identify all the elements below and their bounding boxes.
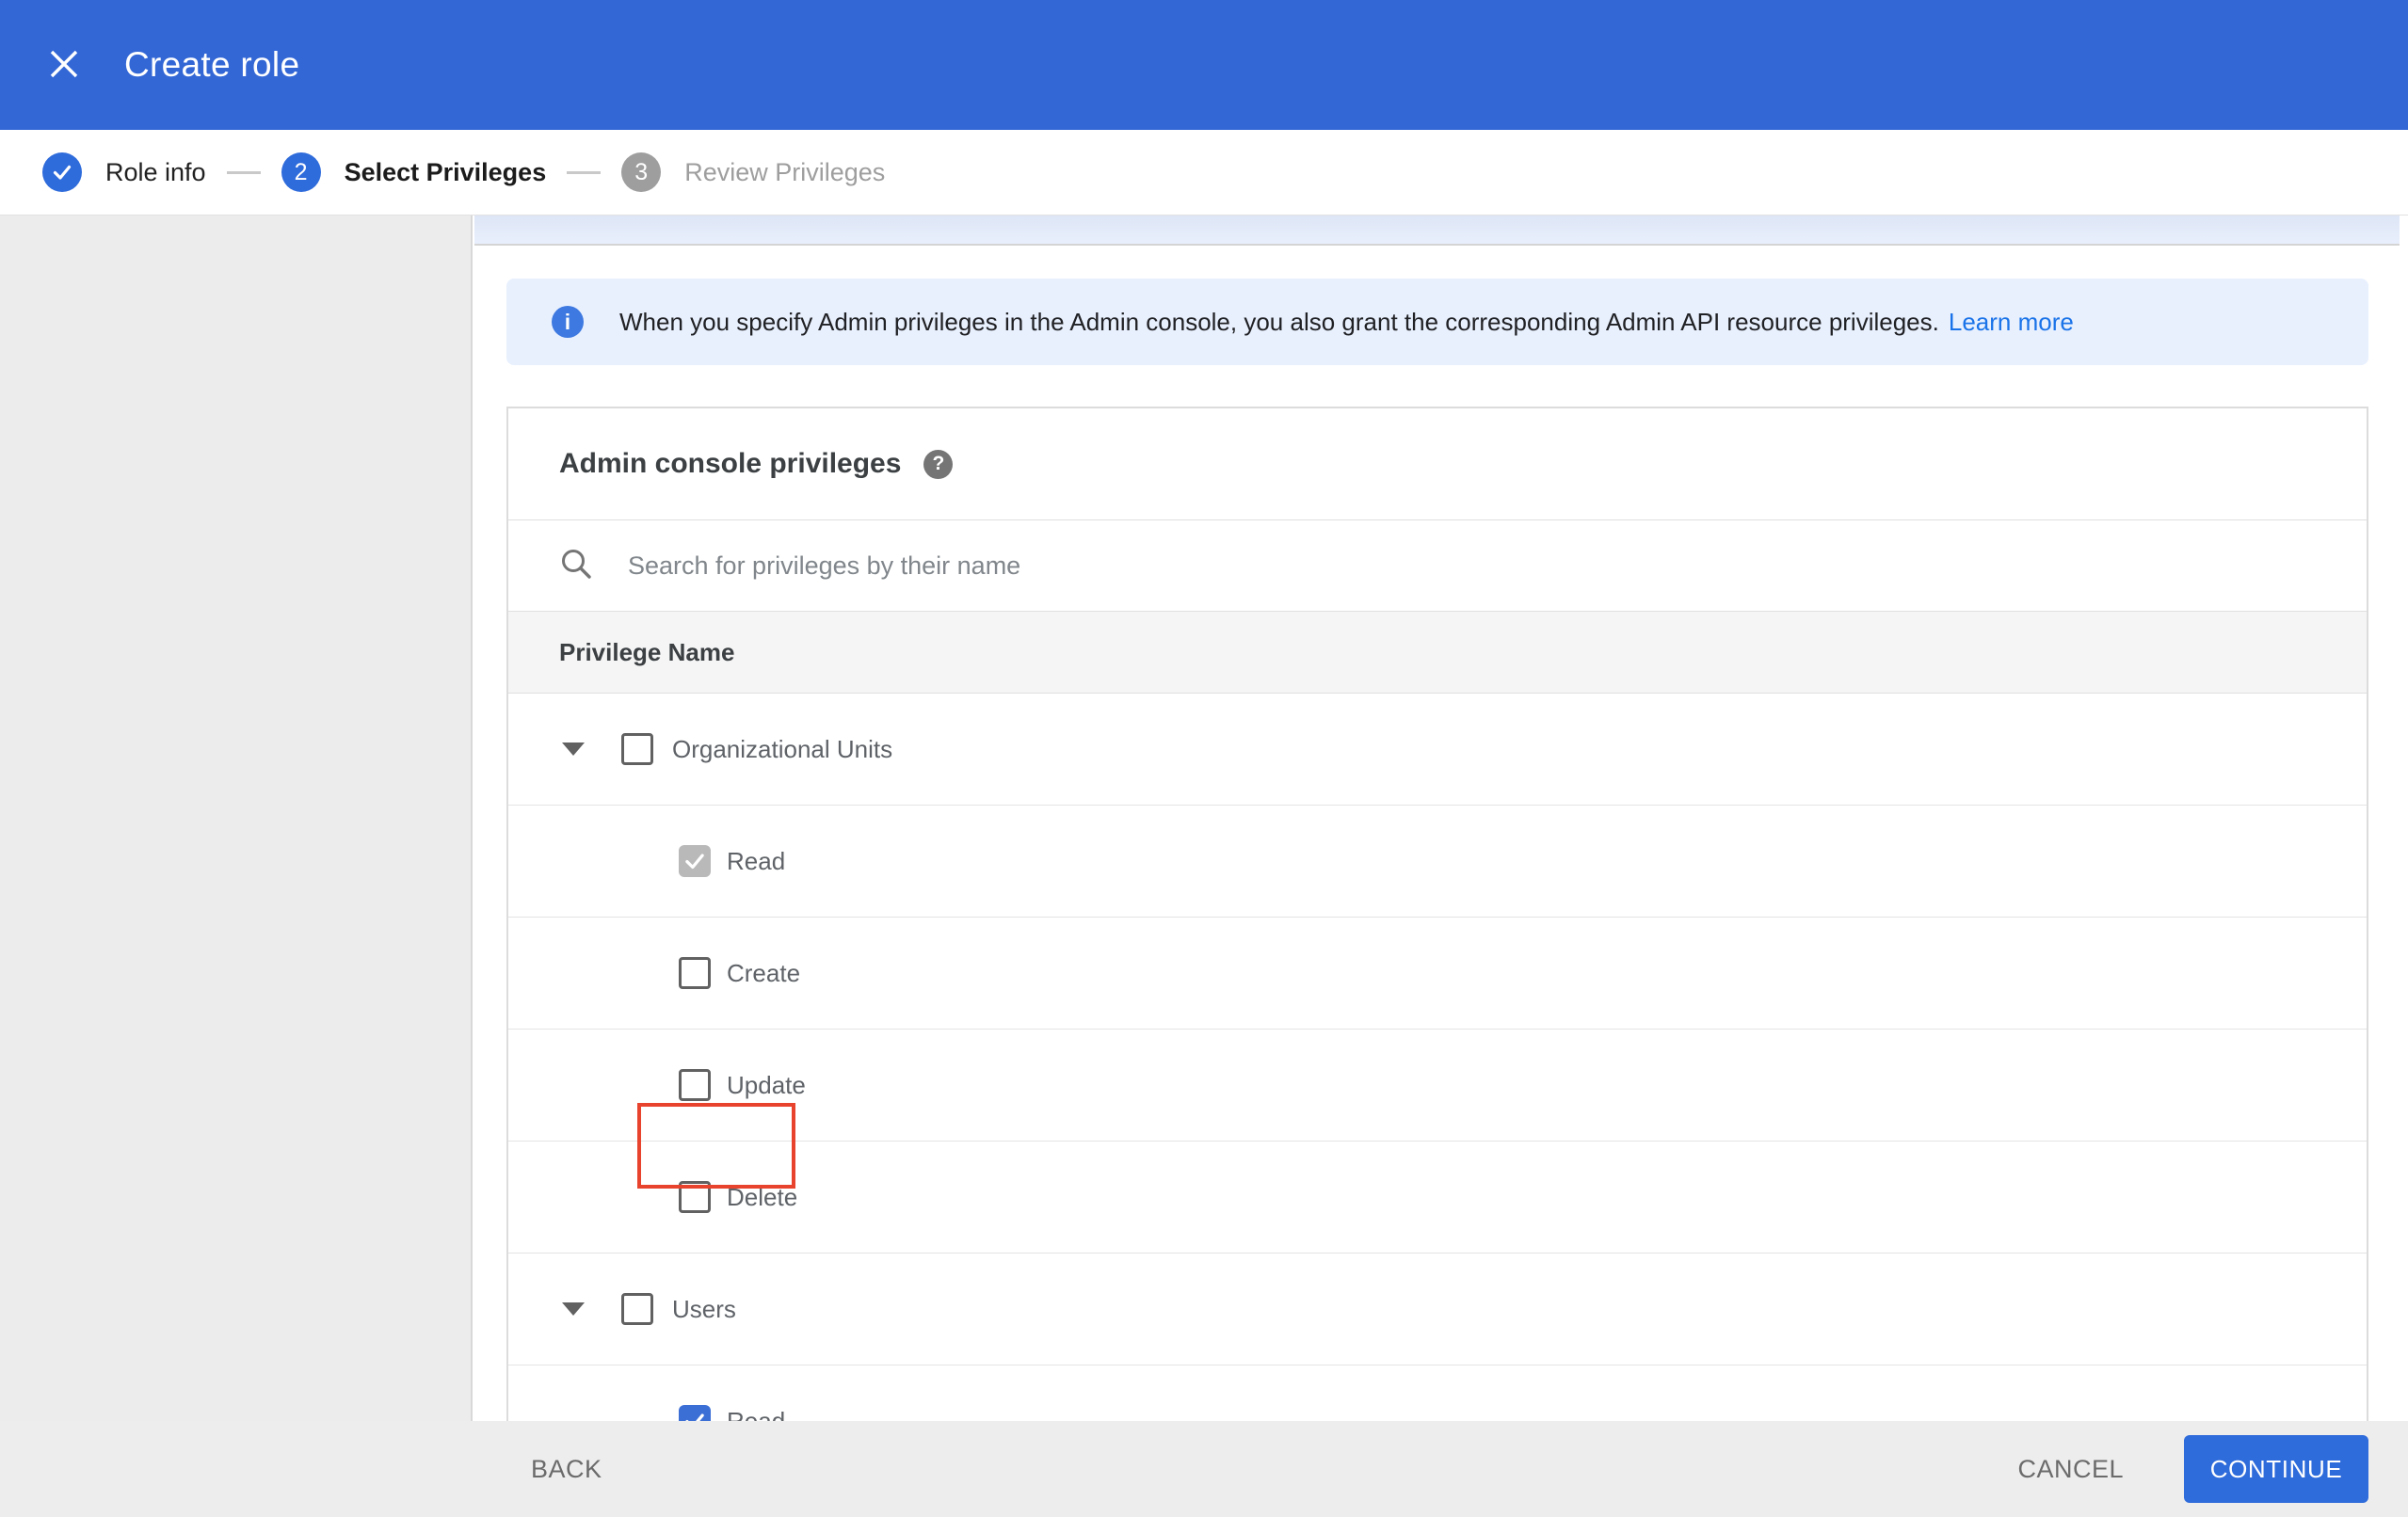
step-separator xyxy=(226,170,261,174)
privilege-label: Delete xyxy=(727,1182,798,1211)
privilege-label: Read xyxy=(727,846,786,875)
close-icon xyxy=(47,47,81,84)
table-row-delete: Delete xyxy=(508,1142,2367,1254)
step-label: Select Privileges xyxy=(344,157,547,186)
checkbox-update[interactable] xyxy=(679,1069,711,1101)
checkbox-delete[interactable] xyxy=(679,1181,711,1213)
privilege-label: Organizational Units xyxy=(672,734,893,763)
dialog-title: Create role xyxy=(124,45,300,84)
left-sidebar xyxy=(0,216,473,1421)
card-title: Admin console privileges xyxy=(559,448,902,479)
continue-button[interactable]: CONTINUE xyxy=(2184,1435,2368,1503)
table-row-users: Users xyxy=(508,1254,2367,1365)
stepper: Role info 2 Select Privileges 3 Review P… xyxy=(0,130,2408,216)
step-complete-check-icon xyxy=(42,152,82,192)
table-row-users-read: Read xyxy=(508,1365,2367,1421)
table-row-read: Read xyxy=(508,806,2367,918)
step-role-info[interactable]: Role info xyxy=(42,152,206,192)
admin-privileges-card: Admin console privileges ? Privilege Nam… xyxy=(506,407,2368,1421)
privilege-label: Create xyxy=(727,958,801,987)
app-bar: Create role xyxy=(0,0,2408,130)
checkbox-users-read-checked[interactable] xyxy=(679,1405,711,1421)
privilege-rows: Organizational Units Read Create Update xyxy=(508,694,2367,1421)
cancel-button[interactable]: CANCEL xyxy=(1995,1440,2146,1499)
info-icon: i xyxy=(552,306,584,338)
close-button[interactable] xyxy=(36,37,92,93)
step-number-badge: 2 xyxy=(281,152,321,192)
search-icon xyxy=(559,547,593,585)
scrolled-section-strip xyxy=(474,216,2400,246)
collapse-arrow-icon[interactable] xyxy=(562,743,585,756)
privilege-label: Users xyxy=(672,1294,736,1323)
step-label: Review Privileges xyxy=(684,157,886,186)
learn-more-link[interactable]: Learn more xyxy=(1949,308,2074,337)
step-select-privileges[interactable]: 2 Select Privileges xyxy=(281,152,547,192)
help-icon[interactable]: ? xyxy=(923,449,954,479)
checkbox-read-checked xyxy=(679,845,711,877)
info-banner-text: When you specify Admin privileges in the… xyxy=(619,307,1939,336)
privilege-label: Update xyxy=(727,1070,806,1099)
footer-bar: BACK CANCEL CONTINUE xyxy=(0,1421,2408,1517)
privilege-label: Read xyxy=(727,1406,786,1422)
table-row-organizational-units: Organizational Units xyxy=(508,694,2367,806)
table-row-create: Create xyxy=(508,918,2367,1030)
step-number-badge: 3 xyxy=(621,152,662,192)
checkbox-create[interactable] xyxy=(679,957,711,989)
step-separator xyxy=(567,170,602,174)
back-button[interactable]: BACK xyxy=(508,1440,625,1499)
column-header-privilege-name: Privilege Name xyxy=(508,612,2367,694)
table-row-update: Update xyxy=(508,1030,2367,1142)
privilege-search-input[interactable] xyxy=(626,550,2042,582)
step-review-privileges[interactable]: 3 Review Privileges xyxy=(621,152,885,192)
privilege-search-row xyxy=(508,520,2367,612)
card-header: Admin console privileges ? xyxy=(508,408,2367,520)
step-label: Role info xyxy=(105,157,206,186)
checkbox-organizational-units[interactable] xyxy=(621,733,653,765)
create-role-dialog: Create role Role info 2 Select Privilege… xyxy=(0,0,2408,1517)
checkbox-users[interactable] xyxy=(621,1293,653,1325)
collapse-arrow-icon[interactable] xyxy=(562,1302,585,1316)
info-banner: i When you specify Admin privileges in t… xyxy=(506,279,2368,365)
